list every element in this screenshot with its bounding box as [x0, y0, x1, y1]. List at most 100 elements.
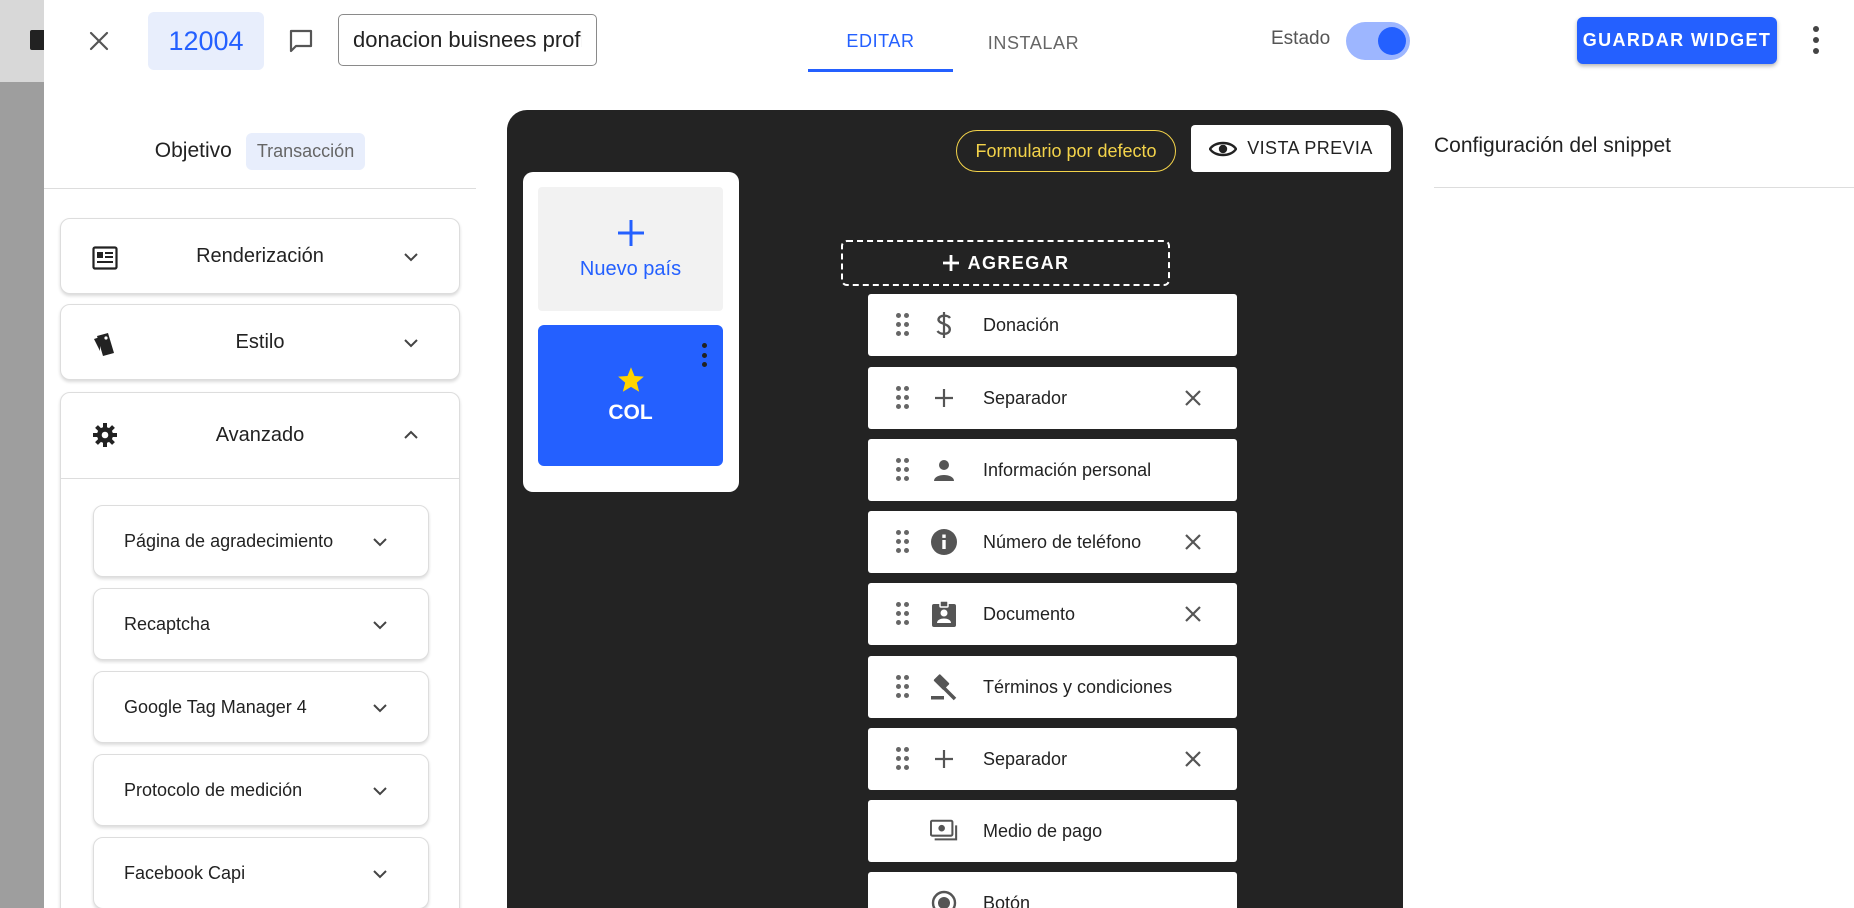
advanced-item-label: Google Tag Manager 4: [124, 697, 307, 717]
chevron-down-icon: [399, 331, 423, 355]
country-more-button[interactable]: [699, 343, 709, 367]
close-icon: [1185, 751, 1201, 767]
field-label: Documento: [983, 604, 1076, 624]
field-row-phone[interactable]: Número de teléfono: [868, 511, 1237, 573]
comment-icon: [289, 29, 313, 53]
field-row-separator[interactable]: Separador: [868, 367, 1237, 429]
advanced-item-facebook-capi[interactable]: Facebook Capi: [93, 837, 429, 908]
more-vert-icon: [1813, 26, 1819, 32]
save-widget-button[interactable]: GUARDAR WIDGET: [1577, 17, 1777, 64]
snippet-config-title: Configuración del snippet: [1434, 134, 1671, 157]
drag-handle-icon[interactable]: [896, 530, 910, 554]
radio-button-icon: [930, 889, 958, 908]
drag-handle-icon[interactable]: [896, 675, 910, 699]
chevron-down-icon: [399, 245, 423, 269]
person-icon: [930, 456, 958, 484]
field-label: Términos y condiciones: [983, 677, 1173, 697]
field-row-button[interactable]: Botón: [868, 872, 1237, 908]
section-style-label: Estilo: [235, 330, 285, 353]
remove-field-button[interactable]: [1181, 530, 1205, 554]
drag-handle-icon[interactable]: [896, 458, 910, 482]
advanced-item-recaptcha[interactable]: Recaptcha: [93, 588, 429, 660]
country-panel: Nuevo país COL: [523, 172, 739, 492]
divider: [44, 188, 476, 189]
advanced-item-thank-you-page[interactable]: Página de agradecimiento: [93, 505, 429, 577]
dollar-icon: [930, 311, 958, 339]
plus-icon: [942, 255, 959, 271]
star-icon: [617, 367, 644, 392]
section-rendering-label: Renderización: [196, 244, 324, 267]
chevron-down-icon: [368, 530, 392, 554]
advanced-item-label: Recaptcha: [124, 614, 211, 634]
close-button[interactable]: [80, 22, 118, 60]
field-label: Número de teléfono: [983, 532, 1142, 552]
settings-sidebar: Objetivo Transacción Renderización Estil…: [44, 82, 476, 908]
default-form-chip: Formulario por defecto: [956, 130, 1176, 172]
section-style[interactable]: Estilo: [60, 304, 460, 380]
advanced-item-measurement-protocol[interactable]: Protocolo de medición: [93, 754, 429, 826]
section-rendering[interactable]: Renderización: [60, 218, 460, 294]
chevron-up-icon: [399, 423, 423, 447]
plus-icon: [930, 745, 958, 773]
close-icon: [89, 31, 109, 51]
field-row-separator[interactable]: Separador: [868, 728, 1237, 790]
gavel-icon: [930, 673, 958, 701]
add-field-label: AGREGAR: [967, 252, 1070, 273]
drag-handle-icon[interactable]: [896, 386, 910, 410]
widget-id-chip: 12004: [148, 12, 264, 70]
remove-field-button[interactable]: [1181, 602, 1205, 626]
close-icon: [1185, 390, 1201, 406]
tab-edit[interactable]: EDITAR: [808, 14, 953, 72]
add-field-button[interactable]: AGREGAR: [841, 240, 1170, 286]
chevron-down-icon: [368, 779, 392, 803]
advanced-item-label: Página de agradecimiento: [124, 531, 334, 551]
plus-icon: [930, 384, 958, 412]
tab-install[interactable]: INSTALAR: [956, 14, 1111, 72]
advanced-item-label: Protocolo de medición: [124, 780, 303, 800]
drag-handle-icon[interactable]: [896, 602, 910, 626]
field-row-personal-info[interactable]: Información personal: [868, 439, 1237, 501]
chevron-down-icon: [368, 613, 392, 637]
info-icon: [930, 528, 958, 556]
field-row-payment-method[interactable]: Medio de pago: [868, 800, 1237, 862]
advanced-item-label: Facebook Capi: [124, 863, 246, 883]
field-label: Separador: [983, 388, 1068, 408]
widget-name-input[interactable]: [338, 14, 597, 66]
top-bar: 12004 EDITAR INSTALAR Estado GUARDAR WID…: [44, 0, 1854, 82]
section-advanced-header[interactable]: Avanzado: [61, 393, 459, 479]
drag-handle-icon[interactable]: [896, 313, 910, 337]
section-advanced-label: Avanzado: [215, 424, 305, 446]
gear-icon: [91, 421, 119, 449]
objective-chip: Transacción: [245, 132, 366, 170]
new-country-button[interactable]: Nuevo país: [538, 187, 723, 311]
field-label: Medio de pago: [983, 821, 1103, 841]
payments-icon: [930, 817, 958, 845]
field-label: Separador: [983, 749, 1068, 769]
field-label: Donación: [983, 315, 1060, 335]
objective-row: Objetivo Transacción: [44, 130, 476, 172]
more-options-button[interactable]: [1804, 18, 1828, 62]
field-row-document[interactable]: Documento: [868, 583, 1237, 645]
preview-button[interactable]: VISTA PREVIA: [1191, 125, 1391, 172]
field-row-donation[interactable]: Donación: [868, 294, 1237, 356]
chevron-down-icon: [368, 696, 392, 720]
widget-editor-dialog: 12004 EDITAR INSTALAR Estado GUARDAR WID…: [44, 0, 1854, 908]
field-row-terms[interactable]: Términos y condiciones: [868, 656, 1237, 718]
remove-field-button[interactable]: [1181, 747, 1205, 771]
style-icon: [91, 330, 119, 358]
advanced-item-gtm4[interactable]: Google Tag Manager 4: [93, 671, 429, 743]
divider: [1434, 187, 1854, 188]
chevron-down-icon: [368, 862, 392, 886]
drag-handle-icon[interactable]: [896, 747, 910, 771]
field-label: Botón: [983, 893, 1031, 908]
country-card-col[interactable]: COL: [538, 325, 723, 466]
status-toggle[interactable]: [1346, 22, 1410, 60]
field-label: Información personal: [983, 460, 1152, 480]
form-canvas: Formulario por defecto VISTA PREVIA Nuev…: [507, 110, 1403, 908]
close-icon: [1185, 534, 1201, 550]
id-badge-icon: [930, 600, 958, 628]
section-advanced: Avanzado Página de agradecimiento Recapt…: [60, 392, 460, 908]
remove-field-button[interactable]: [1181, 386, 1205, 410]
objective-label: Objetivo: [154, 139, 232, 162]
comment-button[interactable]: [282, 22, 320, 60]
